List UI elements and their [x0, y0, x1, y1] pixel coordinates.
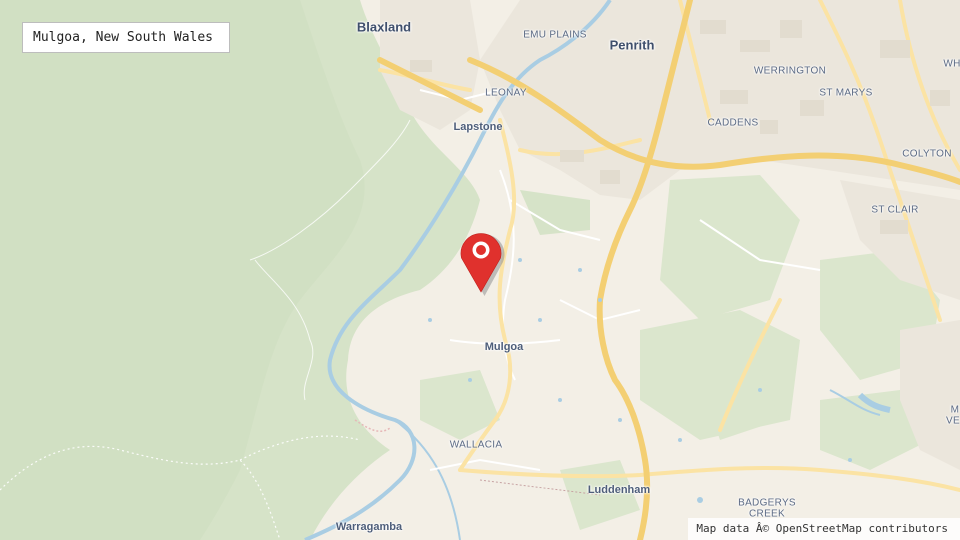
place-label-edge-ve: VE — [946, 415, 960, 427]
place-label-werrington: WERRINGTON — [753, 65, 827, 77]
place-label-lapstone: Lapstone — [453, 121, 503, 133]
place-label-penrith: Penrith — [609, 37, 655, 53]
place-label-st-marys: ST MARYS — [819, 87, 873, 99]
map-attribution[interactable]: Map data Â© OpenStreetMap contributors — [688, 518, 960, 540]
place-label-edge-wh: WH — [943, 58, 960, 70]
place-label-st-clair: ST CLAIR — [871, 204, 919, 216]
place-label-blaxland: Blaxland — [356, 19, 412, 35]
place-label-warragamba: Warragamba — [335, 521, 403, 533]
place-label-luddenham: Luddenham — [587, 484, 651, 496]
place-label-wallacia: WALLACIA — [449, 439, 503, 451]
place-label-emu-plains: EMU PLAINS — [523, 29, 587, 41]
place-label-badgerys-creek: BADGERYS — [738, 497, 796, 509]
location-title: Mulgoa, New South Wales — [22, 22, 230, 53]
place-label-leonay: LEONAY — [485, 87, 527, 99]
place-label-colyton: COLYTON — [902, 148, 952, 160]
place-label-caddens: CADDENS — [707, 117, 759, 129]
place-label-edge-m: M — [950, 404, 960, 416]
place-label-mulgoa: Mulgoa — [484, 341, 524, 353]
map-canvas[interactable]: Blaxland Penrith EMU PLAINS LEONAY Lapst… — [0, 0, 960, 540]
